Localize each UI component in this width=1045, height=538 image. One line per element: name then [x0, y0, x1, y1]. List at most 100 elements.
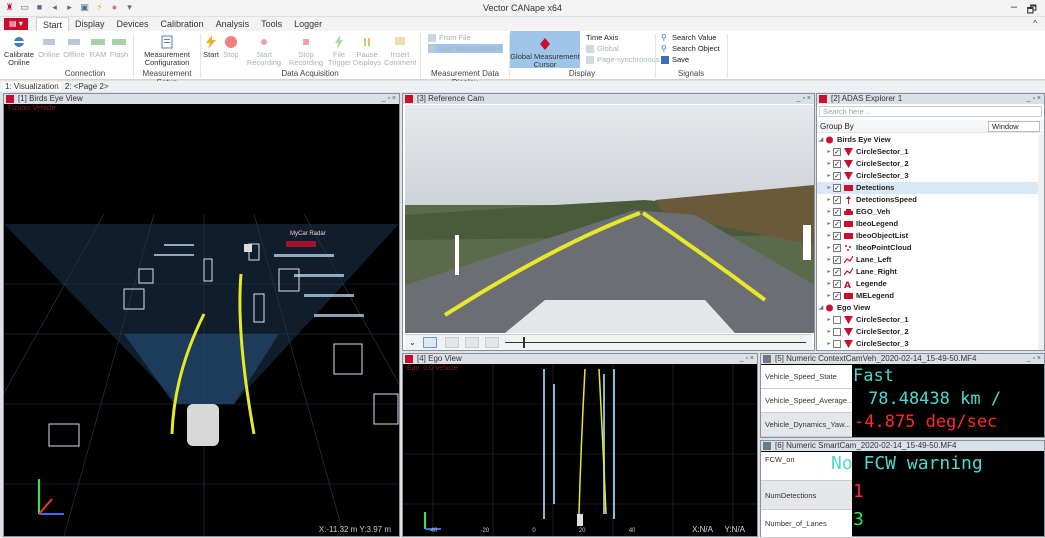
minimize-button[interactable]: –: [1011, 1, 1017, 13]
visibility-checkbox[interactable]: ✓: [833, 280, 841, 288]
tree-group[interactable]: ◢ Birds Eye View: [817, 134, 1038, 146]
expand-icon[interactable]: ▸: [825, 194, 833, 206]
calibrate-online-button[interactable]: Calibrate Online: [2, 35, 36, 67]
visibility-checkbox[interactable]: ✓: [833, 148, 841, 156]
visibility-checkbox[interactable]: ✓: [833, 220, 841, 228]
expand-icon[interactable]: ▸: [825, 314, 833, 326]
expand-icon[interactable]: ▸: [825, 146, 833, 158]
tree-item[interactable]: ▸ ✓ IbeoLegend: [817, 218, 1038, 230]
collapse-icon[interactable]: ◢: [817, 302, 825, 314]
numeric-smartcam-pane[interactable]: [6] Numeric SmartCam_2020-02-14_15-49-50…: [760, 440, 1045, 538]
tree-group[interactable]: ◢ Ego View: [817, 302, 1038, 314]
expand-icon[interactable]: ▸: [825, 206, 833, 218]
tree-item[interactable]: ▸ ✓ Lane_Right: [817, 266, 1038, 278]
expand-icon[interactable]: ▸: [825, 326, 833, 338]
pane-controls[interactable]: _ ▫ ×: [1027, 354, 1041, 364]
tree-item[interactable]: ▸ ✓ DetectionsSpeed: [817, 194, 1038, 206]
start-recording-button[interactable]: Start Recording: [244, 35, 284, 67]
tree-item[interactable]: ▸ ✓ MELegend: [817, 290, 1038, 302]
search-value-button[interactable]: ⚲ Search Value: [661, 33, 716, 42]
tab-start[interactable]: Start: [36, 17, 70, 31]
global-measurement-cursor-button[interactable]: Global Measurement Cursor: [510, 31, 580, 69]
expand-icon[interactable]: ▸: [825, 218, 833, 230]
expand-icon[interactable]: ▸: [825, 290, 833, 302]
global-button[interactable]: Global: [586, 44, 619, 53]
expand-icon[interactable]: ▸: [825, 278, 833, 290]
expand-icon[interactable]: ▸: [825, 182, 833, 194]
expand-icon[interactable]: ▸: [825, 266, 833, 278]
search-object-button[interactable]: ⚲ Search Object: [661, 44, 720, 53]
tab-devices[interactable]: Devices: [111, 17, 155, 31]
pane-controls[interactable]: _ ▫ ×: [1027, 94, 1041, 104]
tree-item[interactable]: ▸ CircleSector_1: [817, 314, 1038, 326]
numeric-context-pane[interactable]: [5] Numeric ContextCamVeh_2020-02-14_15-…: [760, 353, 1045, 438]
last-measurement-button[interactable]: Last Measurement: [428, 44, 504, 53]
expand-icon[interactable]: ▸: [825, 170, 833, 182]
page-tab-visualization[interactable]: 1: Visualization: [3, 82, 61, 91]
ram-button[interactable]: RAM: [88, 35, 108, 59]
tree-item[interactable]: ▸ ✓ Lane_Left: [817, 254, 1038, 266]
birds-eye-view-pane[interactable]: [1] Birds Eye View _ ▫ × Fusion: Vehicle: [3, 93, 400, 537]
expand-icon[interactable]: ▸: [825, 230, 833, 242]
play-button[interactable]: [423, 337, 437, 348]
tab-analysis[interactable]: Analysis: [210, 17, 256, 31]
numeric-label[interactable]: Vehicle_Dynamics_Yaw...: [761, 413, 852, 437]
tab-tools[interactable]: Tools: [255, 17, 288, 31]
expand-icon[interactable]: ▸: [825, 254, 833, 266]
tree-item[interactable]: ▸ ✓ A Legende: [817, 278, 1038, 290]
expand-icon[interactable]: ▸: [825, 242, 833, 254]
timeline-track[interactable]: [505, 342, 806, 343]
visibility-checkbox[interactable]: ✓: [833, 232, 841, 240]
start-button[interactable]: Start: [202, 35, 220, 59]
tab-display[interactable]: Display: [69, 17, 111, 31]
tree-item[interactable]: ▸ ✓ IbeoObjectList: [817, 230, 1038, 242]
insert-comment-button[interactable]: Insert Comment: [384, 35, 417, 67]
explorer-scrollbar[interactable]: [1038, 134, 1044, 350]
tree-item[interactable]: ▸ ✓ Detections: [817, 182, 1038, 194]
tab-logger[interactable]: Logger: [288, 17, 328, 31]
visibility-checkbox[interactable]: ✓: [833, 292, 841, 300]
stop-button[interactable]: [465, 337, 479, 348]
from-file-button[interactable]: From File: [428, 33, 471, 42]
timeline-cursor[interactable]: [523, 337, 525, 348]
visibility-checkbox[interactable]: [833, 328, 841, 336]
save-signals-button[interactable]: Save: [661, 55, 689, 64]
file-trigger-button[interactable]: File Trigger: [328, 35, 351, 67]
adas-explorer-pane[interactable]: [2] ADAS Explorer 1 _ ▫ × Search here...…: [816, 93, 1045, 351]
numeric-label[interactable]: Vehicle_Speed_Average...: [761, 389, 853, 413]
visibility-checkbox[interactable]: [833, 316, 841, 324]
chevron-down-icon[interactable]: ⌄: [409, 338, 416, 347]
pane-controls[interactable]: _ ▫ ×: [797, 94, 811, 104]
visibility-checkbox[interactable]: ✓: [833, 208, 841, 216]
page-synchronous-button[interactable]: Page-synchronous: [586, 55, 660, 64]
collapse-icon[interactable]: ◢: [817, 134, 825, 146]
flash-button[interactable]: Flash: [109, 35, 129, 59]
stop-recording-button[interactable]: Stop Recording: [286, 35, 326, 67]
tab-calibration[interactable]: Calibration: [155, 17, 210, 31]
reference-cam-pane[interactable]: [3] Reference Cam _ ▫ × ⌄: [402, 93, 815, 351]
tree-item[interactable]: ▸ ✓ CircleSector_1: [817, 146, 1038, 158]
visibility-checkbox[interactable]: ✓: [833, 184, 841, 192]
visibility-checkbox[interactable]: ✓: [833, 160, 841, 168]
pane-controls[interactable]: _ ▫ ×: [382, 94, 396, 104]
numeric-label[interactable]: Vehicle_Speed_State: [761, 365, 852, 389]
tree-item[interactable]: ▸ ✓ CircleSector_3: [817, 170, 1038, 182]
visibility-checkbox[interactable]: ✓: [833, 244, 841, 252]
tree-item[interactable]: ▸ CircleSector_3: [817, 338, 1038, 350]
numeric-label[interactable]: Number_of_Lanes: [761, 510, 852, 538]
pause-displays-button[interactable]: Pause Displays: [352, 35, 382, 67]
collapse-ribbon-icon[interactable]: ^: [1033, 19, 1037, 28]
group-by-select[interactable]: Window: [988, 121, 1040, 132]
stop-button[interactable]: Stop: [222, 35, 240, 59]
visibility-checkbox[interactable]: ✓: [833, 256, 841, 264]
page-tab-2[interactable]: 2: <Page 2>: [63, 82, 111, 91]
visibility-checkbox[interactable]: ✓: [833, 196, 841, 204]
tree-item[interactable]: ▸ ✓ IbeoPointCloud: [817, 242, 1038, 254]
expand-icon[interactable]: ▸: [825, 158, 833, 170]
measurement-configuration-button[interactable]: Measurement Configuration: [138, 35, 196, 67]
ego-view-pane[interactable]: [4] Ego View _ ▫ × Ego: 0.0 Vehicle -40 …: [402, 353, 758, 537]
step-back-button[interactable]: [445, 337, 459, 348]
tree-item[interactable]: ▸ CircleSector_2: [817, 326, 1038, 338]
visibility-checkbox[interactable]: [833, 340, 841, 348]
step-forward-button[interactable]: [485, 337, 499, 348]
